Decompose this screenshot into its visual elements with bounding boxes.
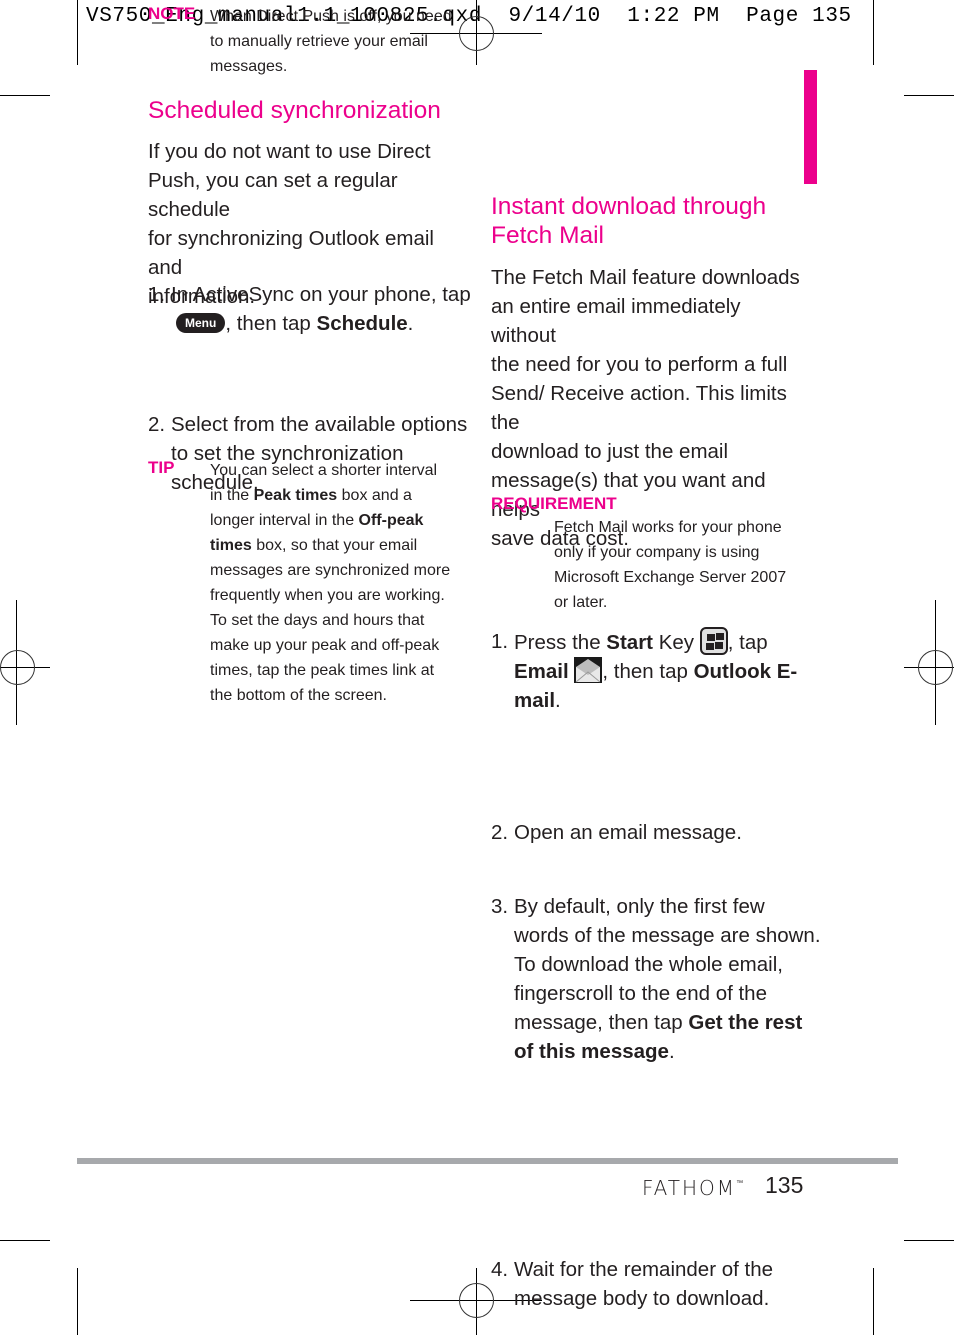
note-text: When Direct Push is off, you need to man… [210, 8, 452, 75]
slug-page: Page 135 [746, 5, 852, 28]
email-envelope-icon [574, 657, 603, 683]
requirement-text: Fetch Mail works for your phone only if … [554, 519, 787, 611]
step-item: 3. By default, only the first few words … [491, 895, 821, 1063]
footer-rule [77, 1158, 898, 1164]
requirement-block: REQUIREMENT Fetch Mail works for your ph… [491, 494, 811, 615]
crop-mark [904, 95, 954, 96]
slug-date: 9/14/10 [508, 5, 601, 28]
step-item: 1. In ActiveSync on your phone, tap Menu… [148, 283, 471, 335]
crop-mark [873, 1268, 874, 1335]
right-column: Instant download through Fetch Mail The … [491, 192, 821, 1310]
step-item: 4. Wait for the remainder of the message… [491, 1258, 774, 1310]
section-tab-marker [804, 70, 817, 184]
crop-mark [0, 95, 50, 96]
tip-text: You can select a shorter interval in the… [210, 462, 451, 704]
crop-mark [77, 1268, 78, 1335]
section-heading: Instant download through Fetch Mail [491, 193, 767, 249]
slug-time: 1:22 PM [627, 5, 720, 28]
step-item: 2. Open an email message. [491, 821, 742, 844]
brand-logo: FATHOM™ [642, 1176, 744, 1200]
note-label: NOTE [148, 4, 196, 23]
section-heading: Scheduled synchronization [148, 97, 441, 124]
crop-mark [904, 1240, 954, 1241]
tip-label: TIP [148, 458, 175, 477]
menu-key-icon: Menu [176, 313, 226, 333]
crop-mark [77, 0, 78, 65]
windows-start-key-icon [699, 627, 728, 655]
left-column: NOTE When Direct Push is off, you need t… [148, 0, 471, 704]
step-item: 1. Press the Start Key , tap Email , the… [491, 627, 834, 715]
crop-mark [0, 1240, 50, 1241]
requirement-label: REQUIREMENT [491, 494, 617, 513]
crop-mark [873, 0, 874, 65]
page-number: 135 [765, 1172, 804, 1198]
